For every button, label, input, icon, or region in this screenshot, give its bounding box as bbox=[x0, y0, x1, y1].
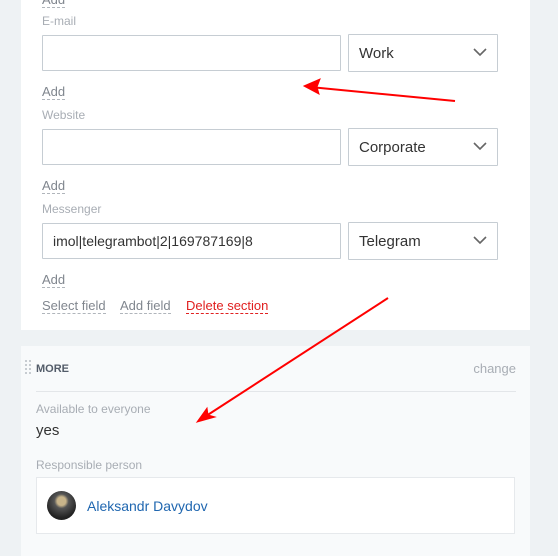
messenger-label: Messenger bbox=[42, 202, 102, 216]
add-field-link[interactable]: Add field bbox=[120, 298, 171, 314]
select-field-link[interactable]: Select field bbox=[42, 298, 106, 314]
website-type-select[interactable]: Corporate bbox=[348, 128, 498, 166]
email-type-select[interactable]: Work bbox=[348, 34, 498, 72]
website-add-link[interactable]: Add bbox=[42, 178, 66, 194]
avatar bbox=[47, 491, 76, 520]
available-label: Available to everyone bbox=[36, 402, 151, 416]
divider bbox=[36, 391, 516, 392]
email-input[interactable] bbox=[42, 35, 341, 71]
chevron-down-icon bbox=[473, 48, 487, 57]
website-input[interactable] bbox=[42, 129, 341, 165]
email-type-value: Work bbox=[359, 45, 394, 62]
website-type-value: Corporate bbox=[359, 139, 426, 156]
add-link-top[interactable]: Add bbox=[42, 0, 66, 8]
responsible-person-box: Aleksandr Davydov bbox=[36, 477, 515, 534]
more-section-title: MORE bbox=[36, 363, 69, 375]
responsible-person-link[interactable]: Aleksandr Davydov bbox=[87, 498, 208, 514]
messenger-input[interactable]: imol|telegrambot|2|169787169|8 bbox=[42, 223, 341, 259]
website-label: Website bbox=[42, 108, 86, 122]
chevron-down-icon bbox=[473, 236, 487, 245]
messenger-add-link[interactable]: Add bbox=[42, 272, 66, 288]
available-value: yes bbox=[36, 422, 60, 439]
delete-section-link[interactable]: Delete section bbox=[186, 298, 269, 314]
chevron-down-icon bbox=[473, 142, 487, 151]
messenger-type-value: Telegram bbox=[359, 233, 421, 250]
messenger-type-select[interactable]: Telegram bbox=[348, 222, 498, 260]
responsible-label: Responsible person bbox=[36, 458, 143, 472]
change-link[interactable]: change bbox=[473, 361, 516, 376]
email-add-link[interactable]: Add bbox=[42, 84, 66, 100]
drag-handle-icon[interactable] bbox=[25, 360, 31, 374]
email-label: E-mail bbox=[42, 14, 77, 28]
